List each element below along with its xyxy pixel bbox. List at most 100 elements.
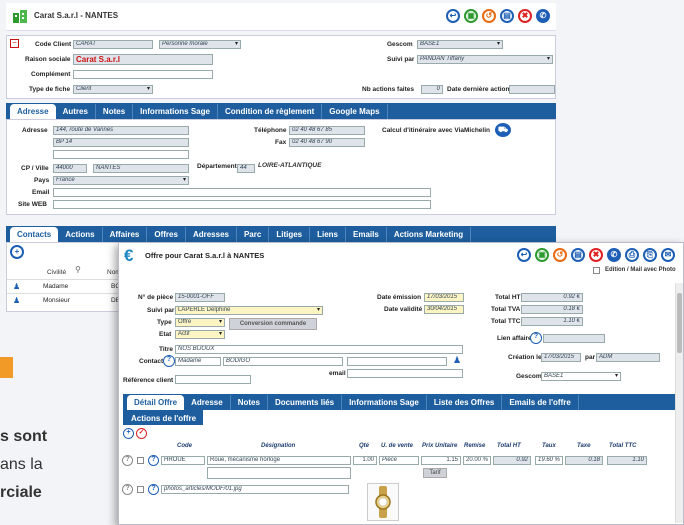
- edition-checkbox[interactable]: [593, 267, 600, 274]
- contacts-icon[interactable]: ♟: [453, 355, 461, 366]
- save-icon[interactable]: ▣: [535, 248, 549, 262]
- ville-field[interactable]: NANTES: [93, 164, 189, 173]
- prix-cell[interactable]: 1.15: [421, 456, 461, 465]
- emission-field[interactable]: 17/03/2015: [424, 293, 464, 302]
- email-field[interactable]: [347, 369, 463, 378]
- print-icon[interactable]: ⎙: [625, 248, 639, 262]
- tab-condition-reglement[interactable]: Condition de règlement: [218, 104, 323, 119]
- gescom-select[interactable]: BASE1: [417, 40, 503, 49]
- car-icon[interactable]: ⛟: [495, 123, 511, 137]
- tab-actions-marketing[interactable]: Actions Marketing: [387, 227, 472, 242]
- uncheck-icon[interactable]: ✓: [136, 428, 147, 439]
- table-row[interactable]: ♟ Madame BO: [7, 279, 127, 292]
- conversion-button[interactable]: Conversion commande: [229, 318, 317, 330]
- code-cell[interactable]: HROUE: [161, 456, 205, 465]
- collapse-icon[interactable]: −: [10, 39, 19, 48]
- tab-adresse[interactable]: Adresse: [184, 395, 231, 410]
- lien-affaire-field[interactable]: [543, 334, 605, 343]
- adresse-line3-field[interactable]: [53, 150, 189, 159]
- add-contact-icon[interactable]: +: [10, 245, 24, 259]
- tab-actions-offre[interactable]: Actions de l'offre: [127, 412, 200, 425]
- raison-sociale-field[interactable]: Carat S.a.r.l: [73, 54, 213, 65]
- etat-select[interactable]: Actif: [175, 330, 225, 339]
- tab-notes[interactable]: Notes: [96, 104, 134, 119]
- tab-liens[interactable]: Liens: [310, 227, 347, 242]
- tab-contacts[interactable]: Contacts: [10, 227, 59, 242]
- undo-icon[interactable]: ↺: [553, 248, 567, 262]
- tab-litiges[interactable]: Litiges: [269, 227, 311, 242]
- tab-affaires[interactable]: Affaires: [103, 227, 148, 242]
- cp-field[interactable]: 44000: [53, 164, 87, 173]
- complement-field[interactable]: [73, 70, 213, 79]
- adresse-line2-field[interactable]: BP 14: [53, 138, 189, 147]
- titre-field[interactable]: NOS BIJOUX: [175, 345, 463, 354]
- personne-select[interactable]: Personne morale: [159, 40, 241, 49]
- tab-actions[interactable]: Actions: [58, 227, 103, 242]
- help-icon[interactable]: ?: [530, 332, 542, 344]
- ref-client-field[interactable]: [175, 375, 251, 384]
- taux-cell[interactable]: 19.60 %: [535, 456, 563, 465]
- unite-cell[interactable]: Pièce: [379, 456, 419, 465]
- qte-cell[interactable]: 1.00: [353, 456, 377, 465]
- delete-icon[interactable]: ✖: [589, 248, 603, 262]
- fax-field[interactable]: 02 40 48 67 90: [289, 138, 365, 147]
- undo-icon[interactable]: ↺: [482, 9, 496, 23]
- line-checkbox[interactable]: [137, 457, 144, 464]
- adresse-line1-field[interactable]: 144, route de Vannes: [53, 126, 189, 135]
- add-line-icon[interactable]: +: [123, 428, 134, 439]
- validite-field[interactable]: 30/04/2015: [424, 305, 464, 314]
- document-icon[interactable]: ▤: [500, 9, 514, 23]
- designation-extra[interactable]: [207, 467, 351, 479]
- save-icon[interactable]: ▣: [464, 9, 478, 23]
- pays-select[interactable]: France: [53, 176, 189, 185]
- help-icon[interactable]: ?: [148, 455, 159, 466]
- tab-emails[interactable]: Emails: [346, 227, 387, 242]
- back-icon[interactable]: ↩: [446, 9, 460, 23]
- type-select[interactable]: Offre: [175, 318, 225, 327]
- photo-checkbox[interactable]: [137, 486, 144, 493]
- tab-parc[interactable]: Parc: [237, 227, 270, 242]
- help-icon[interactable]: ?: [148, 484, 159, 495]
- delete-icon[interactable]: ✖: [518, 9, 532, 23]
- tab-informations-sage[interactable]: Informations Sage: [133, 104, 218, 119]
- tab-informations-sage[interactable]: Informations Sage: [342, 395, 427, 410]
- contact-nom-field[interactable]: BODIGO: [223, 357, 343, 366]
- photo-path-field[interactable]: photos_articles/MODF/01.jpg: [161, 485, 349, 494]
- tab-notes[interactable]: Notes: [231, 395, 268, 410]
- tab-liste-offres[interactable]: Liste des Offres: [427, 395, 503, 410]
- tab-google-maps[interactable]: Google Maps: [322, 104, 388, 119]
- gescom-select[interactable]: BASE1: [541, 372, 621, 381]
- tab-autres[interactable]: Autres: [56, 104, 96, 119]
- phone-icon[interactable]: ✆: [536, 9, 550, 23]
- tab-detail-offre[interactable]: Détail Offre: [127, 395, 185, 410]
- suivi-par-select[interactable]: PANDAN Tiffany: [417, 55, 553, 64]
- type-fiche-select[interactable]: Client: [73, 85, 153, 94]
- contact-civilite-field[interactable]: Madame: [175, 357, 221, 366]
- site-web-field[interactable]: [53, 200, 431, 209]
- help-icon[interactable]: ?: [122, 484, 133, 495]
- help-icon[interactable]: ?: [122, 455, 133, 466]
- back-icon[interactable]: ↩: [517, 248, 531, 262]
- contact-extra-field[interactable]: [347, 357, 447, 366]
- document-icon[interactable]: ▤: [571, 248, 585, 262]
- tab-offres[interactable]: Offres: [147, 227, 186, 242]
- tab-adresses[interactable]: Adresses: [186, 227, 237, 242]
- tarif-button[interactable]: Tarif: [423, 468, 447, 478]
- scrollbar-thumb[interactable]: [677, 293, 682, 353]
- email-field[interactable]: [53, 188, 431, 197]
- mail-icon[interactable]: ✉: [661, 248, 675, 262]
- tab-documents-lies[interactable]: Documents liés: [268, 395, 343, 410]
- remise-cell[interactable]: 20.00 %: [463, 456, 491, 465]
- code-client-field[interactable]: CARAT: [73, 40, 153, 49]
- tab-emails-offre[interactable]: Emails de l'offre: [502, 395, 579, 410]
- phone-icon[interactable]: ✆: [607, 248, 621, 262]
- help-icon[interactable]: ?: [163, 355, 175, 367]
- telephone-field[interactable]: 02 40 48 67 85: [289, 126, 365, 135]
- scrollbar[interactable]: [675, 283, 683, 523]
- designation-cell[interactable]: Roue, mécanisme horloge: [207, 456, 351, 465]
- table-row[interactable]: ? ? HROUE Roue, mécanisme horloge 1.00 P…: [119, 452, 659, 480]
- copy-icon[interactable]: ⎘: [643, 248, 657, 262]
- suivi-select[interactable]: LAPERLE Delphine: [175, 306, 323, 315]
- tab-adresse[interactable]: Adresse: [10, 104, 56, 119]
- table-row[interactable]: ♟ Monsieur DE: [7, 293, 127, 306]
